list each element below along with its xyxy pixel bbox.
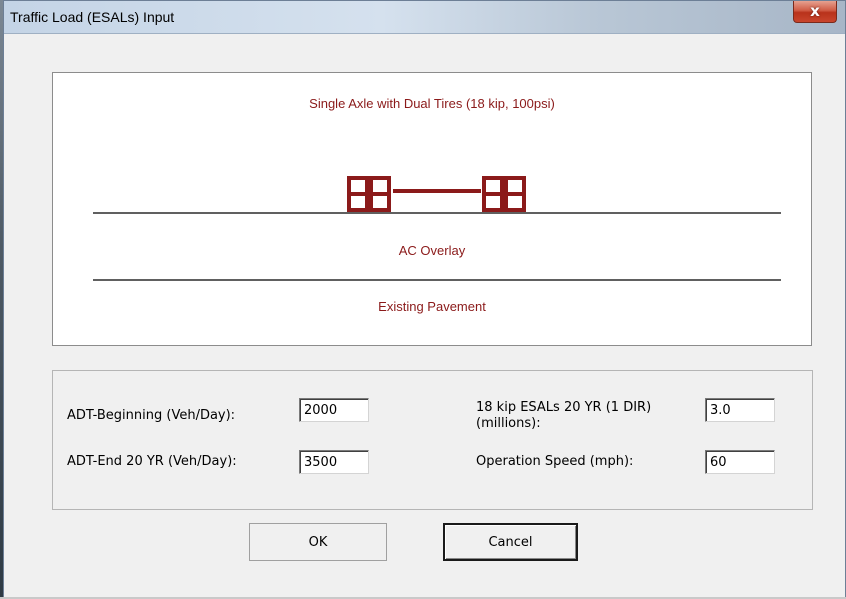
input-group-box <box>52 370 813 510</box>
overlay-layer-label: AC Overlay <box>398 243 466 258</box>
esals-label-line2: (millions): <box>476 416 541 431</box>
cancel-button[interactable]: Cancel <box>443 523 578 561</box>
adt-beginning-label: ADT-Beginning (Veh/Day): <box>67 408 236 423</box>
adt-end-label: ADT-End 20 YR (Veh/Day): <box>67 454 237 469</box>
axle-icon <box>347 176 526 212</box>
adt-end-input[interactable] <box>299 450 369 474</box>
esals-label-line1: 18 kip ESALs 20 YR (1 DIR) <box>476 400 652 415</box>
existing-pavement-label: Existing Pavement <box>378 299 486 314</box>
ok-button[interactable]: OK <box>249 523 387 561</box>
speed-input[interactable] <box>705 450 775 474</box>
pavement-diagram: Single Axle with Dual Tires (18 kip, 100… <box>52 72 812 346</box>
close-icon: x <box>810 2 820 20</box>
window-title: Traffic Load (ESALs) Input <box>10 9 175 25</box>
axle-title: Single Axle with Dual Tires (18 kip, 100… <box>309 96 555 111</box>
adt-beginning-input[interactable] <box>299 398 369 422</box>
title-bar[interactable]: Traffic Load (ESALs) Input x <box>4 1 845 34</box>
speed-label: Operation Speed (mph): <box>476 454 634 469</box>
close-button[interactable]: x <box>793 1 837 23</box>
esals-input[interactable] <box>705 398 775 422</box>
